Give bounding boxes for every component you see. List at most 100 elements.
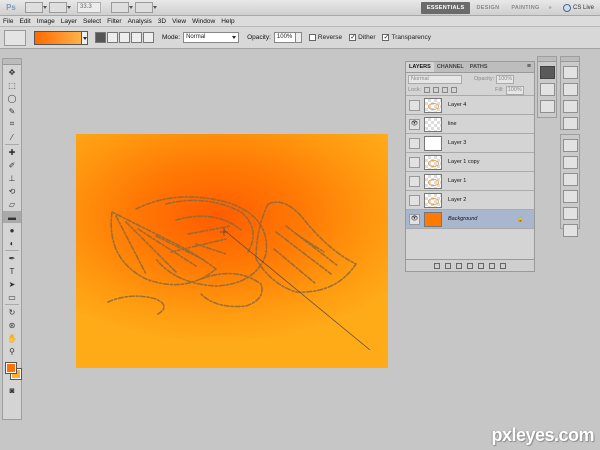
move-icon[interactable]: ✥: [3, 66, 21, 78]
dodge-icon[interactable]: ◐: [3, 237, 21, 249]
gradient-editor-swatch[interactable]: [34, 30, 82, 45]
layer-visibility-toggle[interactable]: [409, 175, 420, 187]
layer-blend-mode-select[interactable]: Normal: [408, 74, 462, 84]
zoom-level-field[interactable]: 33.3: [77, 2, 101, 13]
layer-row[interactable]: Layer 1: [406, 172, 534, 191]
layer-row[interactable]: Layer 3: [406, 134, 534, 153]
eyedropper-icon[interactable]: ⁄: [3, 131, 21, 143]
radial-gradient-button[interactable]: [107, 32, 118, 43]
tab-channel[interactable]: CHANNEL: [434, 62, 467, 72]
lock-transparent-icon[interactable]: [424, 87, 431, 93]
mode-select[interactable]: Normal: [183, 32, 240, 43]
tab-paths[interactable]: PATHS: [467, 62, 491, 72]
eraser-icon[interactable]: ▱: [3, 198, 21, 210]
eye-icon[interactable]: 👁: [409, 118, 420, 130]
actions-panel-icon[interactable]: [562, 224, 578, 237]
arrange-documents-button[interactable]: [111, 2, 133, 13]
fill-input[interactable]: 100%: [505, 85, 524, 95]
brush-icon[interactable]: ✐: [3, 159, 21, 171]
lock-all-icon[interactable]: [451, 87, 458, 93]
reverse-checkbox[interactable]: Reverse: [308, 34, 342, 41]
opacity-slider-button[interactable]: [295, 32, 302, 43]
menu-image[interactable]: Image: [34, 18, 58, 25]
zoom-icon[interactable]: ⚲: [3, 345, 21, 357]
blur-icon[interactable]: ●: [3, 224, 21, 236]
layers-panel-icon[interactable]: [539, 66, 555, 79]
layer-row[interactable]: Layer 4: [406, 96, 534, 115]
transparency-checkbox[interactable]: ✓ Transparency: [382, 34, 431, 41]
menu-view[interactable]: View: [169, 18, 189, 25]
lasso-icon[interactable]: ◯: [3, 92, 21, 104]
dock-grip[interactable]: [561, 57, 579, 62]
tool-preset-picker[interactable]: [4, 29, 26, 46]
opacity-input[interactable]: 100%: [273, 32, 296, 43]
info-panel-icon[interactable]: [562, 100, 578, 113]
panel-menu-icon[interactable]: ≡: [524, 62, 534, 72]
pen-icon[interactable]: ✒: [3, 252, 21, 264]
new-layer-icon[interactable]: [489, 262, 495, 269]
view-extras-button[interactable]: [49, 2, 71, 13]
eye-icon[interactable]: 👁: [409, 213, 420, 225]
lock-position-icon[interactable]: [442, 87, 449, 93]
layer-visibility-toggle[interactable]: [409, 156, 420, 168]
brush-panel-icon[interactable]: [562, 139, 578, 152]
menu-select[interactable]: Select: [80, 18, 104, 25]
menu-file[interactable]: File: [0, 18, 16, 25]
styles-panel-icon[interactable]: [562, 190, 578, 203]
lock-image-icon[interactable]: [433, 87, 440, 93]
dock-grip[interactable]: [538, 57, 556, 62]
tools-panel-grip[interactable]: [3, 59, 21, 65]
workspace-essentials[interactable]: ESSENTIALS: [420, 1, 471, 14]
layer-mask-icon[interactable]: [456, 262, 462, 269]
hand-icon[interactable]: ✋: [3, 332, 21, 344]
new-group-icon[interactable]: [478, 262, 484, 269]
document-canvas[interactable]: [76, 134, 388, 368]
reflected-gradient-button[interactable]: [131, 32, 142, 43]
tool-presets-panel-icon[interactable]: [562, 207, 578, 220]
tab-layers[interactable]: LAYERS: [406, 62, 434, 72]
menu-analysis[interactable]: Analysis: [125, 18, 155, 25]
diamond-gradient-button[interactable]: [143, 32, 154, 43]
gradient-picker-dropdown[interactable]: [82, 30, 88, 45]
layer-row[interactable]: Layer 2: [406, 191, 534, 210]
path-select-icon[interactable]: ➤: [3, 278, 21, 290]
linear-gradient-button[interactable]: [95, 32, 106, 43]
color-panel-icon[interactable]: [562, 117, 578, 130]
workspace-design[interactable]: DESIGN: [470, 2, 505, 14]
shape-icon[interactable]: ▭: [3, 291, 21, 303]
adjustment-layer-icon[interactable]: [467, 262, 473, 269]
paths-panel-icon[interactable]: [539, 100, 555, 113]
type-icon[interactable]: T: [3, 265, 21, 277]
layer-visibility-toggle[interactable]: [409, 137, 420, 149]
marquee-icon[interactable]: ⬚: [3, 79, 21, 91]
layer-visibility-toggle[interactable]: [409, 194, 420, 206]
layer-visibility-toggle[interactable]: [409, 99, 420, 111]
layer-style-icon[interactable]: [445, 262, 451, 269]
menu-3d[interactable]: 3D: [155, 18, 169, 25]
dither-checkbox[interactable]: ✓ Dither: [349, 34, 375, 41]
layer-row-background[interactable]: 👁 Background 🔒: [406, 210, 534, 229]
delete-layer-icon[interactable]: [500, 262, 506, 269]
gradient-icon[interactable]: ▬: [3, 211, 21, 223]
quick-select-icon[interactable]: ✎: [3, 105, 21, 117]
channels-panel-icon[interactable]: [539, 83, 555, 96]
menu-layer[interactable]: Layer: [58, 18, 80, 25]
navigator-panel-icon[interactable]: [562, 83, 578, 96]
layer-opacity-input[interactable]: 100%: [496, 74, 515, 84]
menu-help[interactable]: Help: [218, 18, 237, 25]
histogram-panel-icon[interactable]: [562, 66, 578, 79]
layer-row[interactable]: Layer 1 copy: [406, 153, 534, 172]
bridge-launch-button[interactable]: [25, 2, 47, 13]
3d-rotate-icon[interactable]: ↻: [3, 306, 21, 318]
quick-mask-icon[interactable]: ◙: [3, 384, 21, 396]
swatches-panel-icon[interactable]: [562, 173, 578, 186]
workspace-painting[interactable]: PAINTING: [505, 2, 545, 14]
clone-source-panel-icon[interactable]: [562, 156, 578, 169]
history-brush-icon[interactable]: ⟲: [3, 185, 21, 197]
foreground-color-swatch[interactable]: [5, 362, 17, 374]
screen-mode-button[interactable]: [135, 2, 157, 13]
link-layers-icon[interactable]: [434, 262, 440, 269]
clone-stamp-icon[interactable]: ⊥: [3, 172, 21, 184]
workspace-more-button[interactable]: »: [546, 2, 555, 14]
layer-row[interactable]: 👁 line: [406, 115, 534, 134]
